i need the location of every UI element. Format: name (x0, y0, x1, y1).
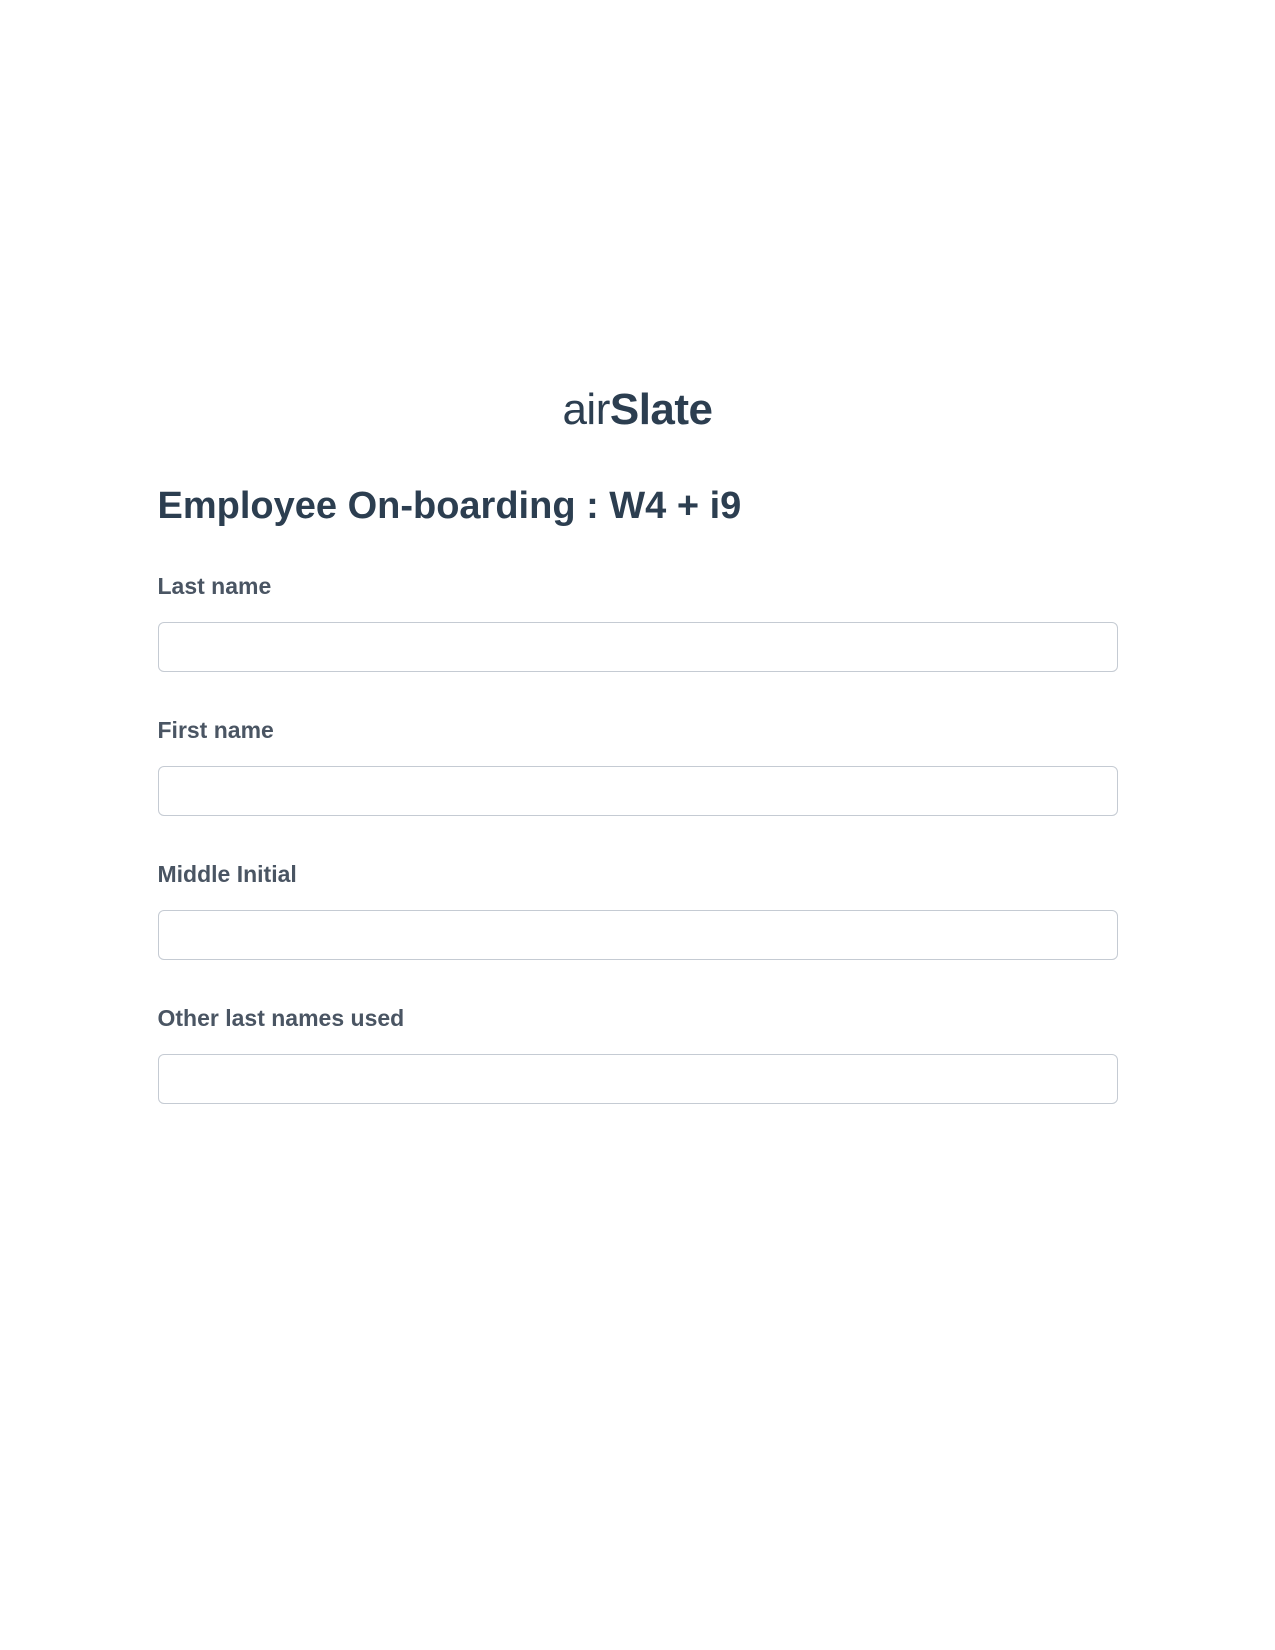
other-last-names-label: Other last names used (158, 1005, 1118, 1032)
form-group-last-name: Last name (158, 573, 1118, 672)
form-group-middle-initial: Middle Initial (158, 861, 1118, 960)
middle-initial-input[interactable] (158, 910, 1118, 960)
page-container: airSlate Employee On-boarding : W4 + i9 … (0, 0, 1275, 1149)
middle-initial-label: Middle Initial (158, 861, 1118, 888)
last-name-label: Last name (158, 573, 1118, 600)
brand-logo: airSlate (562, 385, 712, 435)
brand-suffix: Slate (610, 385, 713, 434)
first-name-input[interactable] (158, 766, 1118, 816)
form-group-other-last-names: Other last names used (158, 1005, 1118, 1104)
page-title: Employee On-boarding : W4 + i9 (158, 485, 1118, 528)
brand-prefix: air (562, 385, 609, 434)
form-wrapper: Employee On-boarding : W4 + i9 Last name… (158, 485, 1118, 1149)
form-group-first-name: First name (158, 717, 1118, 816)
first-name-label: First name (158, 717, 1118, 744)
last-name-input[interactable] (158, 622, 1118, 672)
other-last-names-input[interactable] (158, 1054, 1118, 1104)
